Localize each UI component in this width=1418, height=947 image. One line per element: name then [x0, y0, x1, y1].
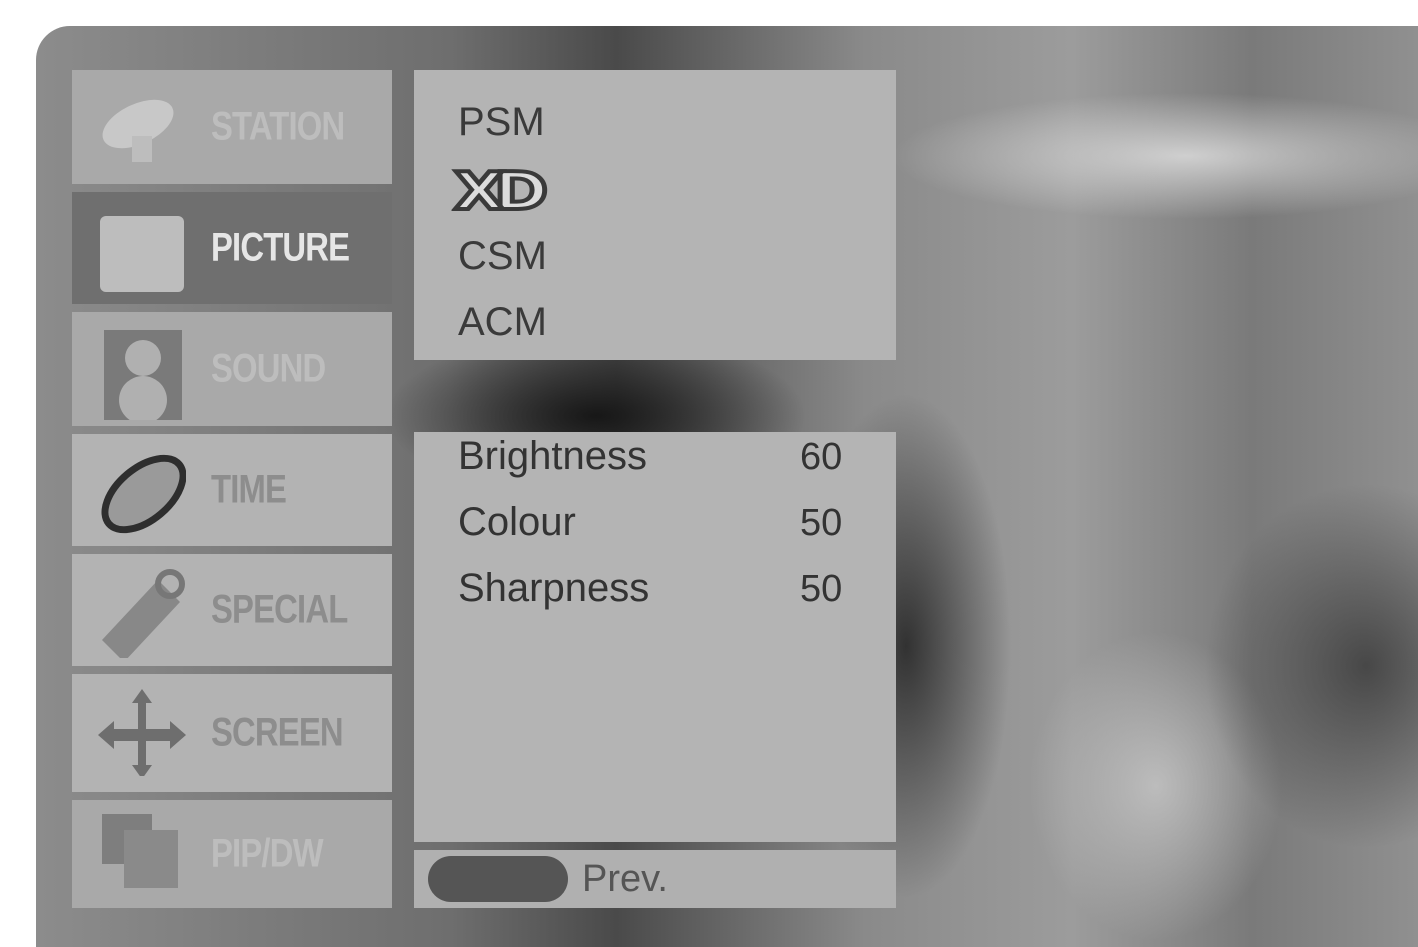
option-acm[interactable]: ACM	[458, 300, 547, 345]
pip-windows-icon	[102, 814, 178, 888]
picture-options-panel: PSM XD CSM ACM	[414, 70, 896, 360]
menu-label-station: STATION	[211, 104, 345, 149]
speaker-icon	[104, 330, 182, 420]
setting-value: 60	[800, 436, 843, 478]
menu-item-time[interactable]: TIME	[72, 434, 392, 546]
picture-settings-panel: Brightness 60 Colour 50 Sharpness 50	[414, 432, 896, 842]
setting-label: Colour	[458, 500, 576, 544]
tag-icon	[102, 569, 185, 658]
menu-item-station[interactable]: STATION	[72, 70, 392, 184]
setting-value: 50	[800, 568, 843, 610]
option-csm[interactable]: CSM	[458, 234, 547, 279]
menu-label-time: TIME	[211, 467, 287, 512]
setting-value: 50	[800, 502, 843, 544]
menu-item-picture[interactable]: PICTURE	[72, 192, 392, 304]
menu-item-pip-dw[interactable]: PIP/DW	[72, 800, 392, 908]
setting-label: Brightness	[458, 434, 647, 478]
prev-label: Prev.	[582, 858, 668, 900]
menu-item-sound[interactable]: SOUND	[72, 312, 392, 426]
menu-label-sound: SOUND	[211, 346, 326, 391]
menu-label-screen: SCREEN	[211, 710, 344, 755]
menu-label-picture: PICTURE	[211, 225, 350, 270]
picture-icon	[100, 216, 184, 292]
clock-icon	[101, 454, 186, 534]
menu-item-screen[interactable]: SCREEN	[72, 674, 392, 792]
option-psm[interactable]: PSM	[458, 100, 545, 145]
menu-item-special[interactable]: SPECIAL	[72, 554, 392, 666]
option-xd[interactable]: XD	[451, 160, 550, 224]
menu-label-special: SPECIAL	[211, 587, 348, 632]
setting-label: Sharpness	[458, 566, 650, 610]
prev-button[interactable]	[428, 856, 568, 902]
menu-label-pip-dw: PIP/DW	[211, 831, 324, 876]
satellite-dish-icon	[102, 99, 174, 162]
move-arrows-icon	[98, 689, 186, 776]
menu-footer: Prev.	[414, 850, 896, 908]
